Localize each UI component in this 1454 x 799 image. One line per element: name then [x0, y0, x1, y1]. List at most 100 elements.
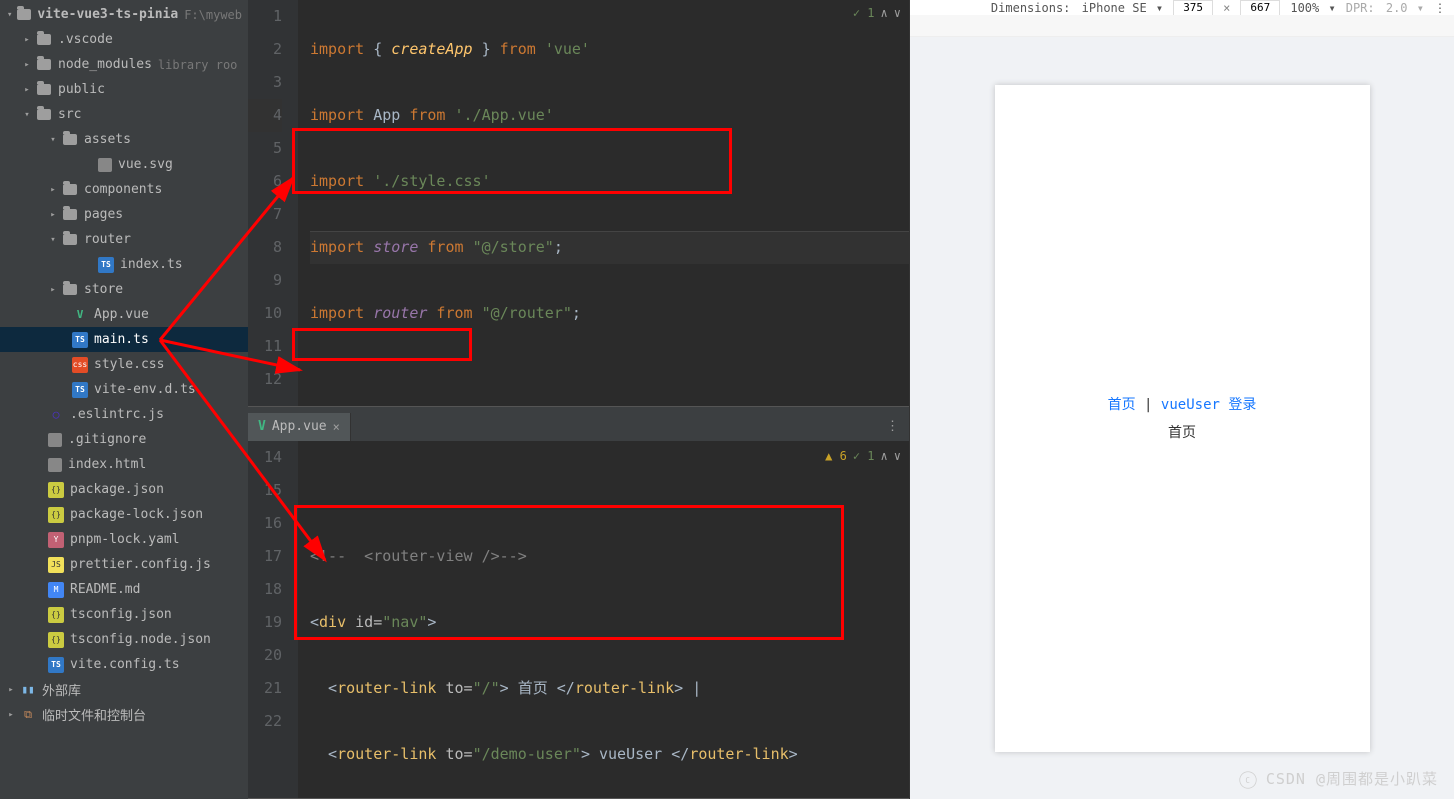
- tree-file-router-index[interactable]: ▸TSindex.ts: [0, 252, 248, 277]
- tree-file-tsconfig[interactable]: ▸{}tsconfig.json: [0, 602, 248, 627]
- json-icon: {}: [48, 507, 64, 523]
- chevron-right-icon[interactable]: ▸: [6, 685, 16, 695]
- editor-pane-app-vue[interactable]: V App.vue × ⋮ ▲ 6 ✓ 1 ∧ ∨ 14151617181920…: [248, 407, 909, 799]
- check-icon[interactable]: ✓ 1: [853, 6, 875, 20]
- tree-file-vite-config[interactable]: ▸TSvite.config.ts: [0, 652, 248, 677]
- tabbar[interactable]: V App.vue × ⋮: [248, 413, 909, 441]
- chevron-right-icon[interactable]: ▸: [48, 185, 58, 195]
- project-tree[interactable]: ▾ vite-vue3-ts-pinia F:\myweb ▸.vscode ▸…: [0, 0, 248, 799]
- chevron-down-icon[interactable]: ∨: [894, 6, 901, 20]
- tree-folder-store[interactable]: ▸store: [0, 277, 248, 302]
- nav-links: 首页 | vueUser 登录: [1108, 394, 1257, 414]
- tree-folder-src[interactable]: ▾src: [0, 102, 248, 127]
- ts-icon: TS: [72, 382, 88, 398]
- tree-file-app-vue[interactable]: ▸VApp.vue: [0, 302, 248, 327]
- chevron-down-icon[interactable]: ▾: [48, 135, 58, 145]
- tree-file-vue-svg[interactable]: ▸vue.svg: [0, 152, 248, 177]
- width-input[interactable]: [1173, 0, 1213, 16]
- code-app-vue[interactable]: <!-- <router-view />--> <div id="nav"> <…: [298, 441, 909, 798]
- chevron-down-icon[interactable]: ▾: [48, 235, 58, 245]
- chevron-right-icon[interactable]: ▸: [48, 210, 58, 220]
- link-home[interactable]: 首页: [1108, 397, 1136, 413]
- folder-icon: [63, 284, 77, 295]
- tree-external-libs[interactable]: ▸▮▮外部库: [0, 677, 248, 702]
- tree-scratches[interactable]: ▸⧉临时文件和控制台: [0, 702, 248, 727]
- ts-icon: TS: [72, 332, 88, 348]
- tree-folder-assets[interactable]: ▾assets: [0, 127, 248, 152]
- line-gutter[interactable]: 141516171819202122: [248, 441, 298, 798]
- chevron-down-icon[interactable]: ▾: [22, 110, 32, 120]
- chevron-right-icon[interactable]: ▸: [48, 285, 58, 295]
- tree-file-gitignore[interactable]: ▸.gitignore: [0, 427, 248, 452]
- inspection-badges[interactable]: ✓ 1 ∧ ∨: [853, 6, 901, 20]
- tree-root[interactable]: ▾ vite-vue3-ts-pinia F:\myweb: [0, 2, 248, 27]
- tree-file-package-json[interactable]: ▸{}package.json: [0, 477, 248, 502]
- folder-icon: [37, 59, 51, 70]
- zoom-dropdown[interactable]: 100% ▾: [1290, 1, 1335, 15]
- devtools-preview: Dimensions: iPhone SE ▾ × 100% ▾ DPR: 2.…: [909, 0, 1454, 799]
- git-icon: [48, 433, 62, 447]
- line-gutter[interactable]: 1234567891011121314: [248, 0, 298, 406]
- js-icon: JS: [48, 557, 64, 573]
- annotation-box-2: [292, 328, 472, 361]
- tree-file-package-lock[interactable]: ▸{}package-lock.json: [0, 502, 248, 527]
- editor-area: ✓ 1 ∧ ∨ 1234567891011121314 import { cre…: [248, 0, 909, 799]
- folder-icon: [17, 9, 31, 20]
- eslint-icon: ◯: [48, 407, 64, 423]
- json-icon: {}: [48, 632, 64, 648]
- chevron-up-icon[interactable]: ∧: [881, 6, 888, 20]
- folder-icon: [37, 84, 51, 95]
- height-input[interactable]: [1240, 0, 1280, 16]
- json-icon: {}: [48, 482, 64, 498]
- ts-icon: TS: [48, 657, 64, 673]
- link-user[interactable]: vueUser: [1161, 397, 1220, 413]
- close-icon[interactable]: ×: [333, 420, 340, 434]
- scratch-icon: ⧉: [20, 707, 36, 723]
- chevron-down-icon[interactable]: ▾: [6, 10, 13, 20]
- chevron-right-icon[interactable]: ▸: [22, 85, 32, 95]
- folder-icon: [63, 184, 77, 195]
- device-toolbar[interactable]: Dimensions: iPhone SE ▾ × 100% ▾ DPR: 2.…: [910, 0, 1454, 15]
- tree-folder-node-modules[interactable]: ▸node_moduleslibrary roo: [0, 52, 248, 77]
- dimensions-dropdown[interactable]: Dimensions: iPhone SE ▾: [991, 1, 1163, 15]
- times-icon: ×: [1223, 1, 1230, 15]
- tree-file-prettier[interactable]: ▸JSprettier.config.js: [0, 552, 248, 577]
- kebab-icon[interactable]: ⋮: [1434, 1, 1446, 15]
- tree-file-pnpm-lock[interactable]: ▸Ypnpm-lock.yaml: [0, 527, 248, 552]
- warning-icon[interactable]: ▲ 6: [825, 449, 847, 463]
- vue-icon: V: [258, 419, 266, 434]
- folder-icon: [63, 134, 77, 145]
- code-main-ts[interactable]: import { createApp } from 'vue' import A…: [298, 0, 909, 406]
- folder-icon: [37, 34, 51, 45]
- tree-file-style-css[interactable]: ▸cssstyle.css: [0, 352, 248, 377]
- project-path: F:\myweb: [184, 8, 242, 22]
- tree-file-main-ts[interactable]: ▸TSmain.ts: [0, 327, 248, 352]
- tree-file-index-html[interactable]: ▸index.html: [0, 452, 248, 477]
- svg-icon: [98, 158, 112, 172]
- chevron-right-icon[interactable]: ▸: [22, 35, 32, 45]
- vue-icon: V: [72, 307, 88, 323]
- tree-file-eslintrc[interactable]: ▸◯.eslintrc.js: [0, 402, 248, 427]
- tree-folder-pages[interactable]: ▸pages: [0, 202, 248, 227]
- tree-folder-vscode[interactable]: ▸.vscode: [0, 27, 248, 52]
- html-icon: [48, 458, 62, 472]
- tree-folder-components[interactable]: ▸components: [0, 177, 248, 202]
- tree-folder-router[interactable]: ▾router: [0, 227, 248, 252]
- folder-icon: [63, 209, 77, 220]
- tree-file-tsconfig-node[interactable]: ▸{}tsconfig.node.json: [0, 627, 248, 652]
- chevron-up-icon[interactable]: ∧: [881, 449, 888, 463]
- inspection-badges[interactable]: ▲ 6 ✓ 1 ∧ ∨: [825, 449, 901, 463]
- tree-file-vite-env[interactable]: ▸TSvite-env.d.ts: [0, 377, 248, 402]
- tab-overflow-icon[interactable]: ⋮: [876, 419, 909, 434]
- chevron-right-icon[interactable]: ▸: [6, 710, 16, 720]
- chevron-right-icon[interactable]: ▸: [22, 60, 32, 70]
- link-login[interactable]: 登录: [1228, 397, 1256, 413]
- dpr-dropdown[interactable]: DPR: 2.0 ▾: [1346, 1, 1424, 15]
- tree-file-readme[interactable]: ▸MREADME.md: [0, 577, 248, 602]
- chevron-down-icon[interactable]: ∨: [894, 449, 901, 463]
- tab-app-vue[interactable]: V App.vue ×: [248, 413, 351, 441]
- editor-pane-main-ts[interactable]: ✓ 1 ∧ ∨ 1234567891011121314 import { cre…: [248, 0, 909, 407]
- library-icon: ▮▮: [20, 682, 36, 698]
- tree-folder-public[interactable]: ▸public: [0, 77, 248, 102]
- check-icon[interactable]: ✓ 1: [853, 449, 875, 463]
